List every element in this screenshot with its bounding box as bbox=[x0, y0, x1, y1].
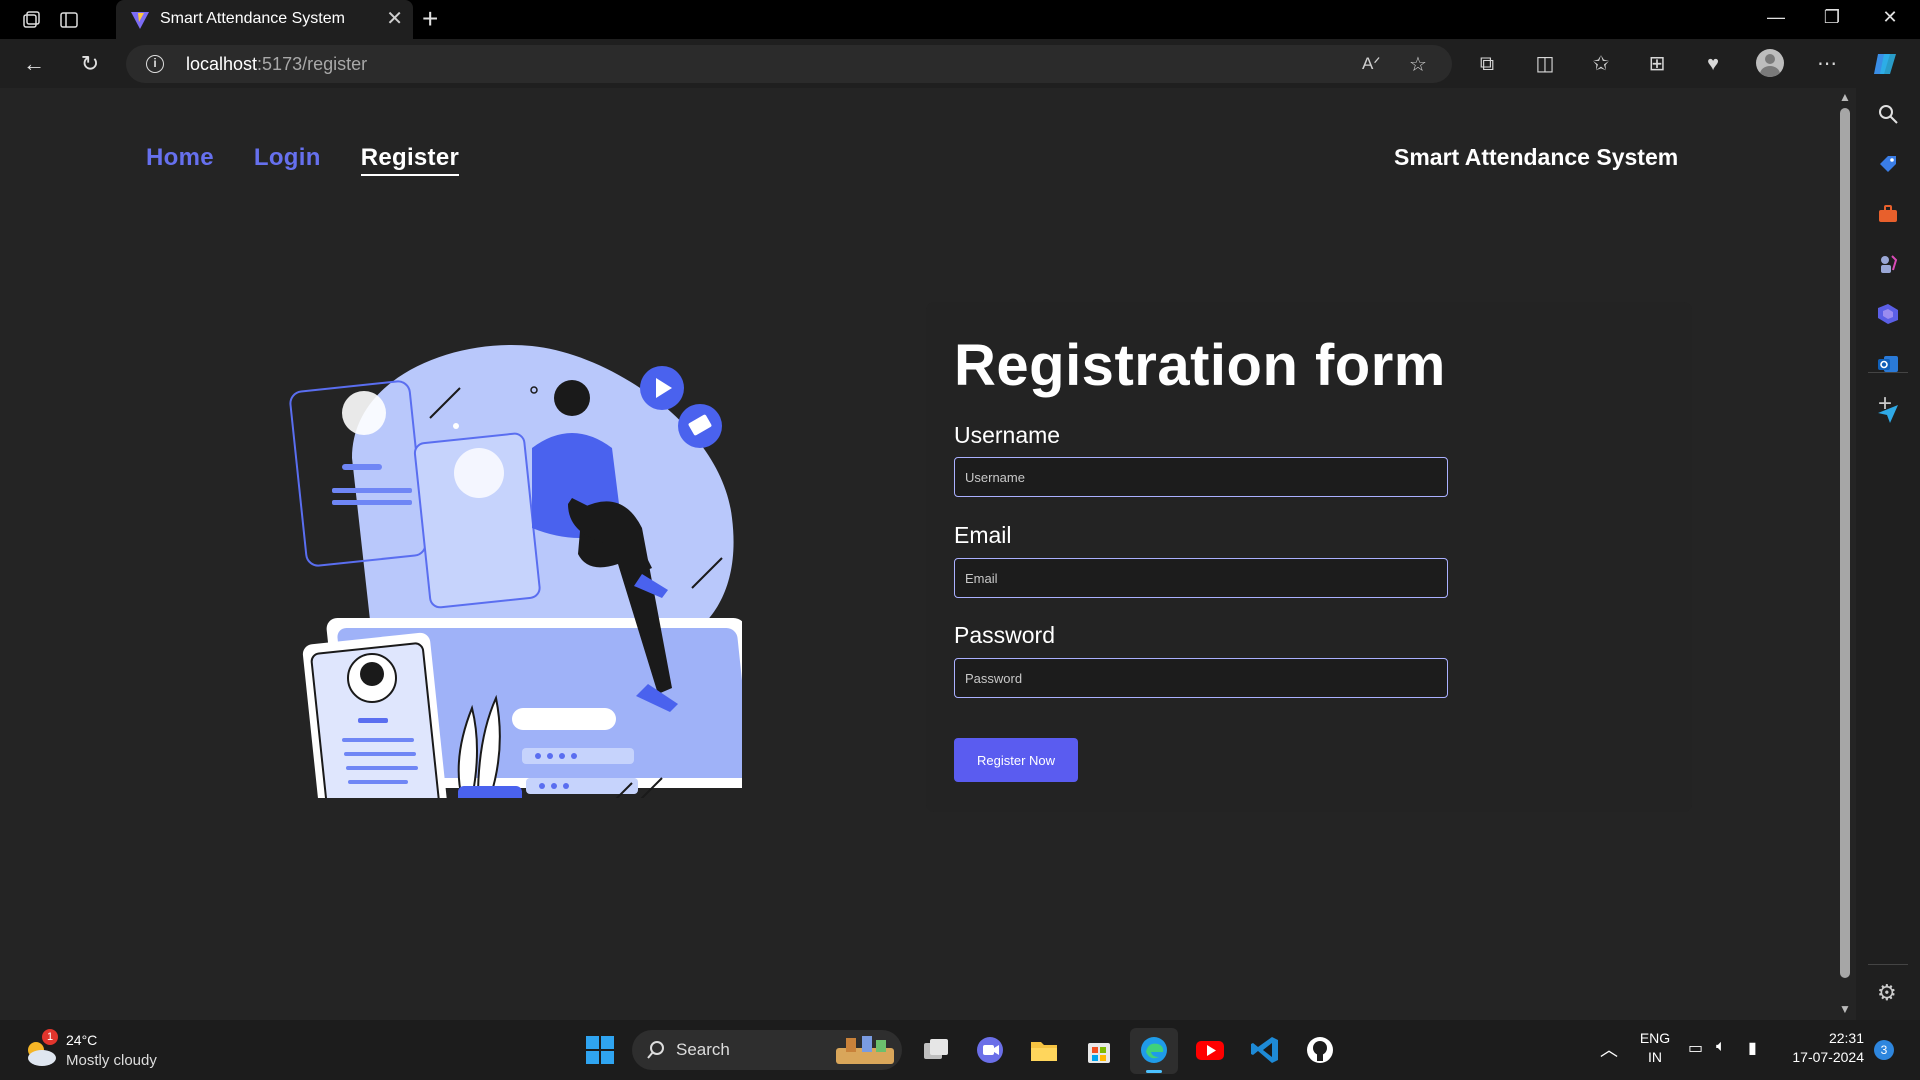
collections-icon[interactable]: ⊞ bbox=[1642, 49, 1672, 79]
sidebar-tools-icon[interactable] bbox=[1876, 202, 1900, 226]
file-explorer-icon[interactable] bbox=[1028, 1034, 1060, 1066]
tray-overflow-chevron-icon[interactable]: ︿ bbox=[1600, 1036, 1618, 1062]
back-icon[interactable]: ← bbox=[20, 50, 48, 78]
windows-taskbar: 1 24°C Mostly cloudy Search ︿ ENG IN ▭ 🔈… bbox=[0, 1020, 1920, 1080]
form-title: Registration form bbox=[954, 333, 1446, 398]
registration-form-card: Registration form Username Email Passwor… bbox=[926, 302, 1692, 812]
workspaces-icon[interactable] bbox=[18, 7, 44, 33]
username-input[interactable] bbox=[954, 457, 1448, 497]
edge-browser-icon bbox=[1141, 1037, 1167, 1063]
taskbar-search-box[interactable]: Search bbox=[632, 1030, 902, 1070]
tab-title: Smart Attendance System bbox=[160, 10, 345, 27]
sidebar-search-icon[interactable] bbox=[1876, 102, 1900, 126]
scroll-up-icon[interactable]: ▲ bbox=[1839, 90, 1851, 104]
page-content: Home Login Register Smart Attendance Sys… bbox=[0, 88, 1834, 1020]
profile-avatar-icon[interactable] bbox=[1756, 49, 1784, 77]
brand-title: Smart Attendance System bbox=[1394, 144, 1679, 170]
network-icon[interactable]: ▭ bbox=[1688, 1038, 1703, 1058]
lang-line2: IN bbox=[1648, 1049, 1662, 1065]
email-input[interactable] bbox=[954, 558, 1448, 598]
taskbar-search-icon bbox=[647, 1041, 664, 1059]
tab-actions-icon[interactable] bbox=[56, 7, 82, 33]
sidebar-games-icon[interactable] bbox=[1876, 252, 1900, 276]
extensions-icon[interactable]: ⧉ bbox=[1472, 49, 1502, 79]
site-info-icon[interactable]: i bbox=[146, 55, 164, 73]
reload-icon[interactable]: ↻ bbox=[76, 50, 104, 78]
password-input[interactable] bbox=[954, 658, 1448, 698]
language-indicator[interactable]: ENG IN bbox=[1638, 1030, 1672, 1065]
sidebar-copilot-app-icon[interactable] bbox=[1876, 302, 1900, 326]
lang-line1: ENG bbox=[1639, 1030, 1671, 1046]
youtube-icon[interactable] bbox=[1194, 1034, 1226, 1066]
edge-sidebar: + ⚙ bbox=[1856, 88, 1920, 1020]
registration-illustration bbox=[289, 344, 742, 798]
password-label: Password bbox=[954, 622, 1055, 648]
scroll-down-icon[interactable]: ▼ bbox=[1839, 1002, 1851, 1016]
weather-condition: Mostly cloudy bbox=[66, 1052, 157, 1069]
minimize-icon[interactable]: — bbox=[1756, 7, 1796, 28]
github-desktop-icon[interactable] bbox=[1304, 1034, 1336, 1066]
microsoft-store-icon[interactable] bbox=[1083, 1034, 1115, 1066]
taskbar-search-label: Search bbox=[676, 1040, 730, 1059]
nav-register-link[interactable]: Register bbox=[360, 144, 460, 176]
task-view-icon[interactable] bbox=[920, 1034, 952, 1066]
sidebar-divider bbox=[1868, 372, 1908, 373]
favorites-icon[interactable]: ✩ bbox=[1586, 49, 1616, 79]
teams-meet-icon[interactable] bbox=[974, 1034, 1006, 1066]
sidebar-divider-bottom bbox=[1868, 964, 1908, 965]
favorite-star-icon[interactable]: ☆ bbox=[1409, 52, 1427, 77]
email-label: Email bbox=[954, 522, 1012, 548]
browser-tab-bar: Smart Attendance System ✕ + — ❐ ✕ bbox=[0, 0, 1920, 39]
close-window-icon[interactable]: ✕ bbox=[1870, 7, 1910, 28]
register-now-button[interactable]: Register Now bbox=[954, 738, 1078, 782]
nav-login-link[interactable]: Login bbox=[254, 144, 321, 176]
volume-icon[interactable]: 🔈︎ bbox=[1716, 1038, 1726, 1056]
username-label: Username bbox=[954, 422, 1061, 448]
weather-temp: 24°C bbox=[66, 1032, 98, 1048]
settings-more-icon[interactable]: ⋯ bbox=[1812, 49, 1842, 79]
vscode-icon[interactable] bbox=[1249, 1034, 1281, 1066]
page-scrollbar[interactable]: ▲ ▼ bbox=[1834, 88, 1856, 1020]
read-aloud-icon[interactable]: Aᐟ bbox=[1362, 54, 1381, 74]
sidebar-add-icon[interactable]: + bbox=[1878, 390, 1892, 418]
copilot-icon[interactable] bbox=[1872, 51, 1900, 77]
browser-essentials-icon[interactable]: ♥ bbox=[1698, 49, 1728, 79]
windows-start-icon[interactable] bbox=[584, 1034, 616, 1066]
tab-smart-attendance[interactable]: Smart Attendance System ✕ bbox=[116, 0, 413, 39]
browser-address-bar: ← ↻ i localhost:5173/register Aᐟ ☆ ⧉ ◫ ✩… bbox=[0, 39, 1920, 88]
active-app-indicator bbox=[1146, 1070, 1162, 1073]
url-text: localhost:5173/register bbox=[186, 54, 368, 74]
restore-icon[interactable]: ❐ bbox=[1812, 7, 1852, 28]
weather-widget[interactable]: 1 24°C Mostly cloudy bbox=[22, 1029, 202, 1074]
search-highlight-icon bbox=[836, 1036, 894, 1064]
nav-home-link[interactable]: Home bbox=[146, 144, 214, 176]
weather-alert-badge: 1 bbox=[42, 1029, 58, 1045]
clock-date: 17-07-2024 bbox=[1792, 1049, 1864, 1065]
url-field[interactable]: i localhost:5173/register Aᐟ ☆ bbox=[126, 45, 1452, 83]
battery-icon[interactable]: ▮ bbox=[1748, 1038, 1757, 1058]
new-tab-icon[interactable]: + bbox=[422, 4, 438, 34]
top-nav: Home Login Register bbox=[146, 144, 460, 176]
close-tab-icon[interactable]: ✕ bbox=[386, 8, 403, 30]
sidebar-settings-gear-icon[interactable]: ⚙ bbox=[1877, 980, 1897, 1006]
split-screen-icon[interactable]: ◫ bbox=[1530, 49, 1560, 79]
notification-count-badge[interactable]: 3 bbox=[1874, 1040, 1894, 1060]
clock-time: 22:31 bbox=[1828, 1030, 1864, 1046]
clock[interactable]: 22:31 17-07-2024 bbox=[1784, 1030, 1864, 1065]
scroll-thumb[interactable] bbox=[1840, 108, 1850, 978]
sidebar-shopping-icon[interactable] bbox=[1876, 152, 1900, 176]
taskbar-edge-active[interactable] bbox=[1130, 1028, 1178, 1074]
vite-favicon-icon bbox=[131, 12, 149, 29]
